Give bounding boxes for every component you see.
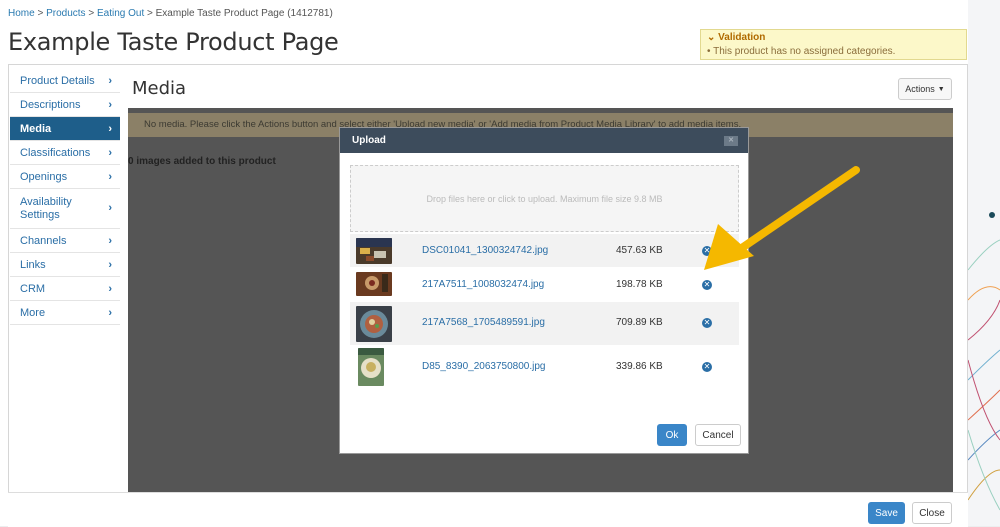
- breadcrumb-eating-out[interactable]: Eating Out: [97, 8, 144, 19]
- modal-header: Upload ✕: [340, 128, 748, 153]
- sidebar-item-label: Classifications: [20, 146, 91, 159]
- validation-panel: ⌄ Validation • This product has no assig…: [700, 29, 967, 60]
- validation-heading[interactable]: ⌄ Validation: [707, 32, 960, 43]
- chevron-right-icon: ›: [108, 306, 112, 319]
- file-name[interactable]: DSC01041_1300324742.jpg: [422, 245, 548, 256]
- chevron-right-icon: ›: [108, 146, 112, 159]
- chevron-right-icon: ›: [108, 234, 112, 247]
- breadcrumb-home[interactable]: Home: [8, 8, 35, 19]
- caret-down-icon: ▼: [937, 85, 945, 93]
- image-thumbnail: [356, 306, 392, 342]
- remove-file-icon[interactable]: ✕: [702, 280, 712, 290]
- file-row: 217A7511_1008032474.jpg 198.78 KB ✕: [350, 268, 739, 302]
- breadcrumb-current: Example Taste Product Page (1412781): [155, 8, 333, 19]
- sidebar-item-label: CRM: [20, 282, 46, 295]
- chevron-right-icon: ›: [108, 170, 112, 183]
- file-row: D85_8390_2063750800.jpg 339.86 KB ✕: [350, 346, 739, 390]
- breadcrumb-products[interactable]: Products: [46, 8, 85, 19]
- images-added-count: 0 images added to this product: [128, 156, 276, 167]
- actions-button-label: Actions: [905, 84, 935, 94]
- page-title: Example Taste Product Page: [8, 28, 339, 56]
- sidebar-item-label: Media: [20, 122, 52, 135]
- chevron-right-icon: ›: [108, 258, 112, 271]
- sidebar-item-crm[interactable]: CRM ›: [10, 277, 120, 301]
- remove-file-icon[interactable]: ✕: [702, 362, 712, 372]
- sidebar-item-label: Descriptions: [20, 98, 81, 111]
- chevron-right-icon: ›: [108, 122, 112, 135]
- breadcrumb-separator: >: [37, 8, 44, 19]
- breadcrumb-separator: >: [88, 8, 95, 19]
- section-title: Media: [132, 78, 187, 99]
- file-name[interactable]: D85_8390_2063750800.jpg: [422, 361, 545, 372]
- annotation-arrow-icon: [704, 166, 860, 270]
- file-size: 709.89 KB: [616, 317, 663, 328]
- modal-title: Upload: [352, 135, 386, 146]
- sidebar-item-links[interactable]: Links ›: [10, 253, 120, 277]
- remove-file-icon[interactable]: ✕: [702, 318, 712, 328]
- cancel-button[interactable]: Cancel: [695, 424, 741, 446]
- validation-heading-label: Validation: [718, 32, 766, 43]
- sidebar-item-label: Channels: [20, 234, 67, 247]
- chevron-right-icon: ›: [108, 202, 112, 214]
- ok-button[interactable]: Ok: [657, 424, 687, 446]
- validation-message-text: This product has no assigned categories.: [713, 46, 896, 57]
- chevron-down-icon: ⌄: [707, 32, 716, 43]
- sidebar-item-descriptions[interactable]: Descriptions ›: [10, 93, 120, 117]
- image-thumbnail: [358, 348, 384, 386]
- file-size: 339.86 KB: [616, 361, 663, 372]
- sidebar-item-label: Product Details: [20, 74, 95, 87]
- file-size: 457.63 KB: [616, 245, 663, 256]
- sidebar-item-label: Links: [20, 258, 46, 271]
- breadcrumb: Home > Products > Eating Out > Example T…: [8, 8, 333, 19]
- save-button[interactable]: Save: [868, 502, 905, 524]
- decorative-lines: [968, 0, 1000, 526]
- sidebar-item-label: Availability Settings: [20, 195, 72, 221]
- close-icon[interactable]: ✕: [724, 136, 738, 146]
- file-row: DSC01041_1300324742.jpg 457.63 KB ✕: [350, 234, 739, 268]
- sidebar-item-product-details[interactable]: Product Details ›: [10, 69, 120, 93]
- validation-message: • This product has no assigned categorie…: [707, 46, 960, 57]
- file-row: 217A7568_1705489591.jpg 709.89 KB ✕: [350, 302, 739, 346]
- close-button[interactable]: Close: [912, 502, 952, 524]
- chevron-right-icon: ›: [108, 98, 112, 111]
- dropzone[interactable]: Drop files here or click to upload. Maxi…: [350, 165, 739, 232]
- file-list: DSC01041_1300324742.jpg 457.63 KB ✕ 217A…: [350, 234, 739, 390]
- sidebar-item-more[interactable]: More ›: [10, 301, 120, 325]
- file-size: 198.78 KB: [616, 279, 663, 290]
- upload-modal: Upload ✕ Drop files here or click to upl…: [339, 127, 749, 454]
- sidebar-item-availability-settings[interactable]: Availability Settings ›: [10, 189, 120, 229]
- actions-button[interactable]: Actions ▼: [898, 78, 952, 100]
- file-name[interactable]: 217A7568_1705489591.jpg: [422, 317, 545, 328]
- image-thumbnail: [356, 272, 392, 296]
- sidebar-item-media[interactable]: Media ›: [10, 117, 120, 141]
- sidebar-item-classifications[interactable]: Classifications ›: [10, 141, 120, 165]
- sidebar-item-label: Openings: [20, 170, 68, 183]
- sidebar: Product Details › Descriptions › Media ›…: [10, 69, 120, 325]
- chevron-right-icon: ›: [108, 74, 112, 87]
- image-thumbnail: [356, 238, 392, 264]
- bullet-icon: •: [707, 46, 711, 57]
- sidebar-item-channels[interactable]: Channels ›: [10, 229, 120, 253]
- sidebar-item-label: More: [20, 306, 46, 319]
- breadcrumb-separator: >: [147, 8, 153, 19]
- chevron-right-icon: ›: [108, 282, 112, 295]
- file-name[interactable]: 217A7511_1008032474.jpg: [422, 279, 544, 290]
- footer-bar: [8, 492, 968, 527]
- sidebar-item-openings[interactable]: Openings ›: [10, 165, 120, 189]
